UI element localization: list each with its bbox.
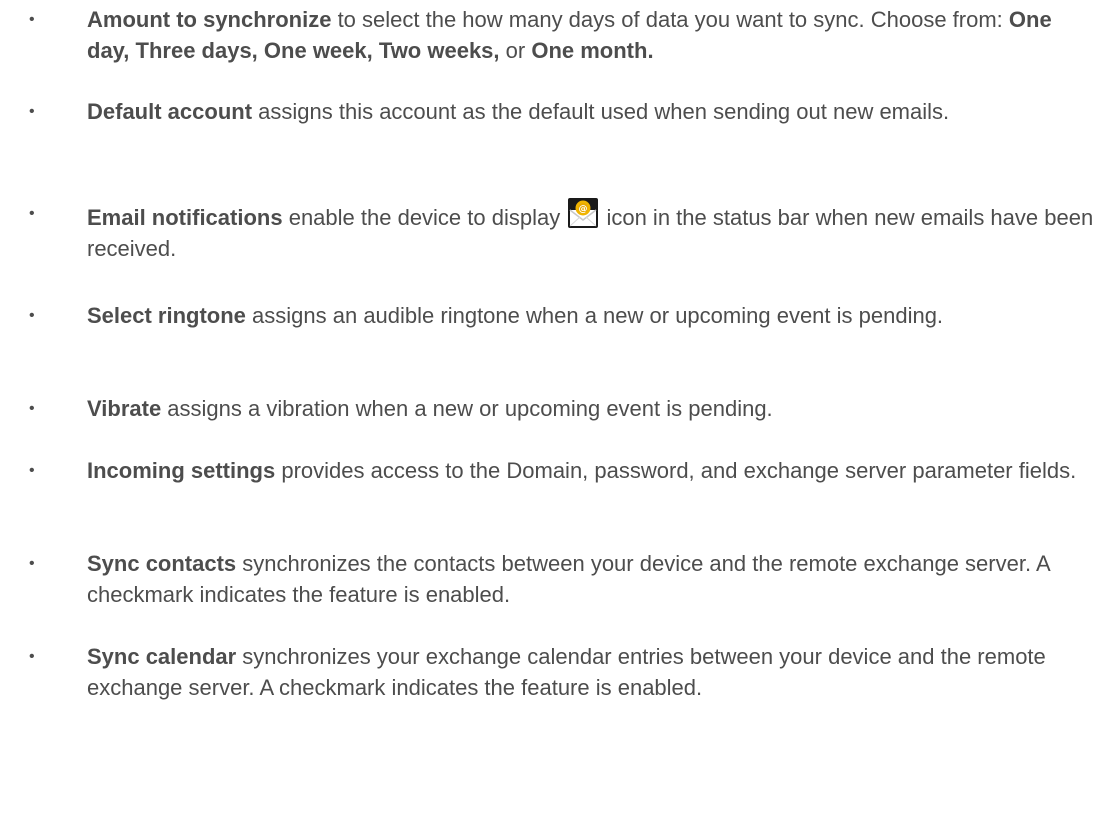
item-term: Sync calendar	[87, 644, 237, 669]
option-one-week: One week,	[263, 38, 373, 63]
email-notification-icon: @	[568, 198, 599, 228]
item-text: Email notifications enable the device to…	[87, 198, 1097, 264]
item-description: to select the how many days of data you …	[331, 7, 1009, 32]
item-description: assigns an audible ringtone when a new o…	[245, 303, 944, 328]
item-text: Amount to synchronize to select the how …	[87, 4, 1097, 66]
item-term: Incoming settings	[87, 458, 276, 483]
item-text: Incoming settings provides access to the…	[87, 455, 1097, 486]
option-two-weeks: Two weeks,	[378, 38, 500, 63]
item-description: assigns this account as the default used…	[252, 99, 950, 124]
item-term: Amount to synchronize	[87, 7, 332, 32]
item-text: Sync calendar synchronizes your exchange…	[87, 641, 1097, 703]
item-text: Select ringtone assigns an audible ringt…	[87, 300, 1097, 331]
item-term: Email notifications	[87, 205, 283, 230]
bullet: •	[29, 462, 35, 479]
item-term: Select ringtone	[87, 303, 246, 328]
item-term: Sync contacts	[87, 551, 237, 576]
bullet: •	[29, 205, 35, 222]
bullet: •	[29, 400, 35, 417]
svg-text:@: @	[579, 205, 588, 215]
item-description-before-icon: enable the device to display	[282, 205, 567, 230]
item-description: assigns a vibration when a new or upcomi…	[161, 396, 773, 421]
option-three-days: Three days,	[135, 38, 258, 63]
item-text: Default account assigns this account as …	[87, 96, 1097, 127]
option-one-month: One month.	[531, 38, 654, 63]
item-term: Vibrate	[87, 396, 162, 421]
bullet: •	[29, 11, 35, 28]
bullet: •	[29, 555, 35, 572]
item-description: provides access to the Domain, password,…	[275, 458, 1077, 483]
bullet: •	[29, 307, 35, 324]
item-text: Vibrate assigns a vibration when a new o…	[87, 393, 1097, 424]
bullet: •	[29, 648, 35, 665]
bullet: •	[29, 103, 35, 120]
item-term: Default account	[87, 99, 253, 124]
item-text: Sync contacts synchronizes the contacts …	[87, 548, 1097, 610]
option-or: or	[505, 38, 526, 63]
